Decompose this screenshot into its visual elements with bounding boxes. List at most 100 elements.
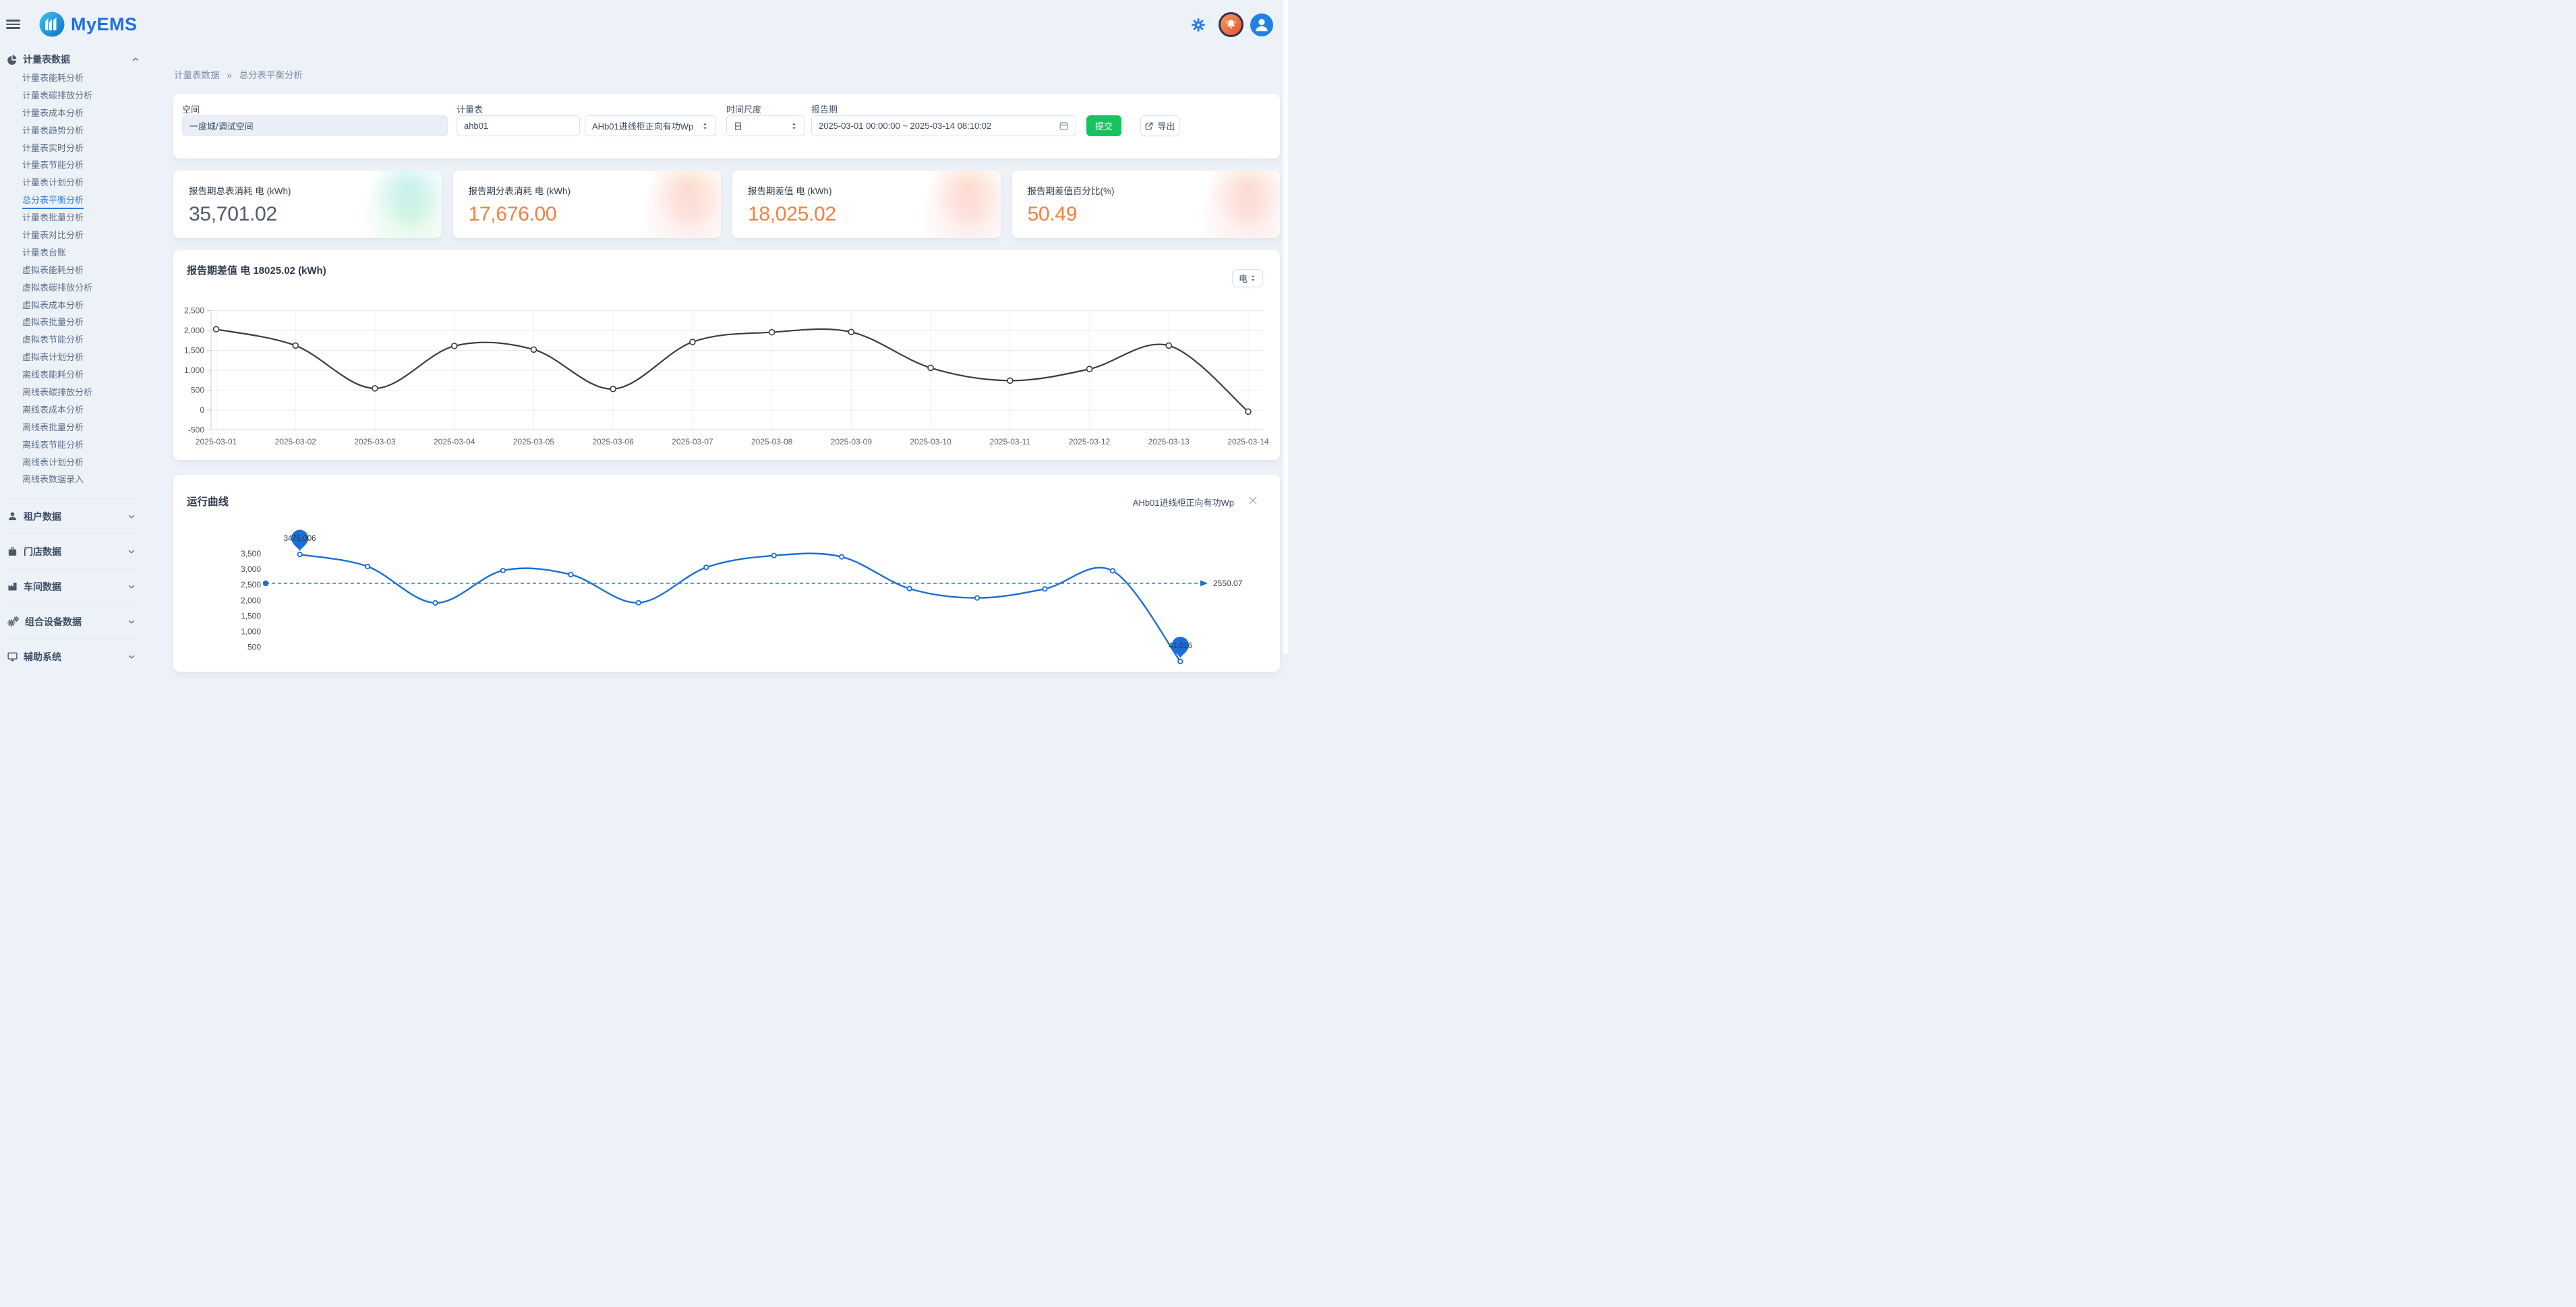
svg-text:41.016: 41.016 xyxy=(1169,642,1192,650)
sidebar-item[interactable]: 虚拟表节能分析 xyxy=(0,331,148,349)
breadcrumb-parent[interactable]: 计量表数据 xyxy=(174,70,220,80)
sidebar-item[interactable]: 总分表平衡分析 xyxy=(0,192,148,209)
sidebar-section[interactable]: 租户数据 xyxy=(7,498,138,533)
card-value: 18,025.02 xyxy=(748,203,1001,226)
sidebar-item[interactable]: 计量表趋势分析 xyxy=(0,122,148,140)
svg-text:2025-03-12: 2025-03-12 xyxy=(1069,437,1111,446)
sidebar-item[interactable]: 离线表数据录入 xyxy=(0,471,148,488)
svg-text:1,000: 1,000 xyxy=(241,627,261,637)
svg-text:2,000: 2,000 xyxy=(184,326,204,335)
menu-toggle-icon[interactable] xyxy=(6,20,20,29)
card-master-meter-consumption: 报告期总表消耗 电 (kWh) 35,701.02 xyxy=(173,171,442,238)
summary-cards: 报告期总表消耗 电 (kWh) 35,701.02 报告期分表消耗 电 (kWh… xyxy=(173,171,1280,238)
submit-button[interactable]: 提交 xyxy=(1086,115,1121,136)
sidebar-item[interactable]: 计量表批量分析 xyxy=(0,209,148,227)
reporting-period-label: 报告期 xyxy=(811,103,838,115)
svg-text:3,000: 3,000 xyxy=(241,564,261,574)
sidebar-section[interactable]: 辅助系统 xyxy=(7,639,138,674)
sidebar-section[interactable]: 门店数据 xyxy=(7,533,138,569)
sidebar: 计量表数据计量表能耗分析计量表碳排放分析计量表成本分析计量表趋势分析计量表实时分… xyxy=(0,49,148,654)
sidebar-section-meter-data[interactable]: 计量表数据 xyxy=(0,49,148,69)
period-granularity-select[interactable]: 日 xyxy=(726,115,805,136)
page-scrollbar[interactable] xyxy=(1283,0,1288,654)
user-icon xyxy=(7,511,18,522)
sidebar-item[interactable]: 离线表碳排放分析 xyxy=(0,384,148,401)
svg-text:1,500: 1,500 xyxy=(184,346,204,355)
svg-text:2025-03-07: 2025-03-07 xyxy=(672,437,713,446)
sidebar-item[interactable]: 计量表碳排放分析 xyxy=(0,87,148,105)
card-difference-percent: 报告期差值百分比(%) 50.49 xyxy=(1012,171,1281,238)
space-input[interactable]: 一度城/调试空间 xyxy=(182,115,448,136)
shopping-bag-icon xyxy=(7,546,18,557)
sidebar-item[interactable]: 离线表批量分析 xyxy=(0,419,148,436)
top-navbar: MyEMS xyxy=(0,0,1288,49)
trend-line-chart: 3,5003,0002,5002,0001,5001,0005002550.07… xyxy=(173,475,1280,672)
svg-text:2025-03-14: 2025-03-14 xyxy=(1227,437,1269,446)
sidebar-section[interactable]: 组合设备数据 xyxy=(7,604,138,639)
calendar-icon xyxy=(1059,121,1069,131)
sidebar-item[interactable]: 离线表成本分析 xyxy=(0,401,148,419)
chevron-down-icon xyxy=(127,583,136,591)
card-value: 35,701.02 xyxy=(189,203,442,226)
chevron-down-icon xyxy=(127,548,136,556)
updown-arrows-icon xyxy=(701,121,709,131)
chevron-down-icon xyxy=(127,513,136,521)
svg-text:2,000: 2,000 xyxy=(241,596,261,605)
breadcrumb-current: 总分表平衡分析 xyxy=(239,70,303,80)
card-difference: 报告期差值 电 (kWh) 18,025.02 xyxy=(732,171,1001,238)
sidebar-item[interactable]: 计量表能耗分析 xyxy=(0,69,148,87)
card-submeter-consumption: 报告期分表消耗 电 (kWh) 17,676.00 xyxy=(453,171,722,238)
reporting-period-input[interactable]: 2025-03-01 00:00:00 ~ 2025-03-14 08:10:0… xyxy=(811,115,1076,136)
user-avatar[interactable] xyxy=(1250,13,1273,36)
sidebar-item[interactable]: 计量表计划分析 xyxy=(0,174,148,192)
meter-search-input[interactable]: ahb01 xyxy=(457,115,580,136)
breadcrumb-separator: » xyxy=(227,70,232,80)
svg-text:2025-03-01: 2025-03-01 xyxy=(196,437,237,446)
sidebar-item[interactable]: 离线表计划分析 xyxy=(0,454,148,471)
settings-gear-icon[interactable] xyxy=(1185,11,1212,38)
trend-chart-panel: 运行曲线 AHb01进线柜正向有功Wp 3,5003,0002,5002,000… xyxy=(173,475,1280,672)
svg-text:500: 500 xyxy=(247,643,261,652)
chevron-down-icon xyxy=(127,653,136,661)
sidebar-item[interactable]: 虚拟表碳排放分析 xyxy=(0,279,148,297)
sidebar-item[interactable]: 离线表节能分析 xyxy=(0,436,148,454)
updown-arrows-icon xyxy=(790,121,798,131)
sidebar-section[interactable]: 车间数据 xyxy=(7,569,138,604)
svg-text:1,000: 1,000 xyxy=(184,366,204,375)
sidebar-item[interactable]: 计量表台账 xyxy=(0,244,148,262)
export-button[interactable]: 导出 xyxy=(1140,115,1179,136)
sidebar-item[interactable]: 离线表能耗分析 xyxy=(0,366,148,384)
sidebar-item[interactable]: 计量表对比分析 xyxy=(0,227,148,244)
svg-text:2025-03-10: 2025-03-10 xyxy=(910,437,952,446)
svg-text:1,500: 1,500 xyxy=(241,611,261,620)
card-value: 17,676.00 xyxy=(469,203,722,226)
svg-text:2025-03-03: 2025-03-03 xyxy=(354,437,396,446)
space-label: 空间 xyxy=(182,103,200,115)
notifications-bell-icon[interactable] xyxy=(1219,12,1243,37)
sidebar-item[interactable]: 计量表成本分析 xyxy=(0,105,148,122)
sidebar-item[interactable]: 虚拟表计划分析 xyxy=(0,349,148,366)
myems-logo-icon xyxy=(39,11,65,37)
svg-text:2025-03-02: 2025-03-02 xyxy=(275,437,317,446)
svg-text:0: 0 xyxy=(200,405,204,415)
difference-line-chart: 2025-03-01 2025-03-02 2025-03-03 2025-03-04… xyxy=(173,250,1280,460)
sidebar-item[interactable]: 计量表实时分析 xyxy=(0,140,148,157)
sidebar-item[interactable]: 虚拟表能耗分析 xyxy=(0,262,148,279)
monitor-icon xyxy=(7,651,18,662)
sidebar-item[interactable]: 虚拟表成本分析 xyxy=(0,297,148,314)
sidebar-item[interactable]: 计量表节能分析 xyxy=(0,156,148,174)
meter-label: 计量表 xyxy=(457,103,483,115)
svg-text:2025-03-04: 2025-03-04 xyxy=(434,437,475,446)
sidebar-item[interactable]: 虚拟表批量分析 xyxy=(0,314,148,331)
brand-logo[interactable]: MyEMS xyxy=(39,11,138,37)
brand-name: MyEMS xyxy=(71,14,138,35)
svg-text:2,500: 2,500 xyxy=(184,306,204,316)
gears-icon xyxy=(7,616,20,627)
svg-text:2025-03-08: 2025-03-08 xyxy=(751,437,793,446)
breadcrumb: 计量表数据 » 总分表平衡分析 xyxy=(174,67,303,81)
svg-text:2025-03-11: 2025-03-11 xyxy=(990,437,1031,446)
svg-text:2,500: 2,500 xyxy=(241,580,261,589)
chevron-up-icon xyxy=(131,55,140,63)
meter-select[interactable]: AHb01进线柜正向有功Wp xyxy=(585,115,716,136)
svg-text:3475.006: 3475.006 xyxy=(284,535,316,543)
